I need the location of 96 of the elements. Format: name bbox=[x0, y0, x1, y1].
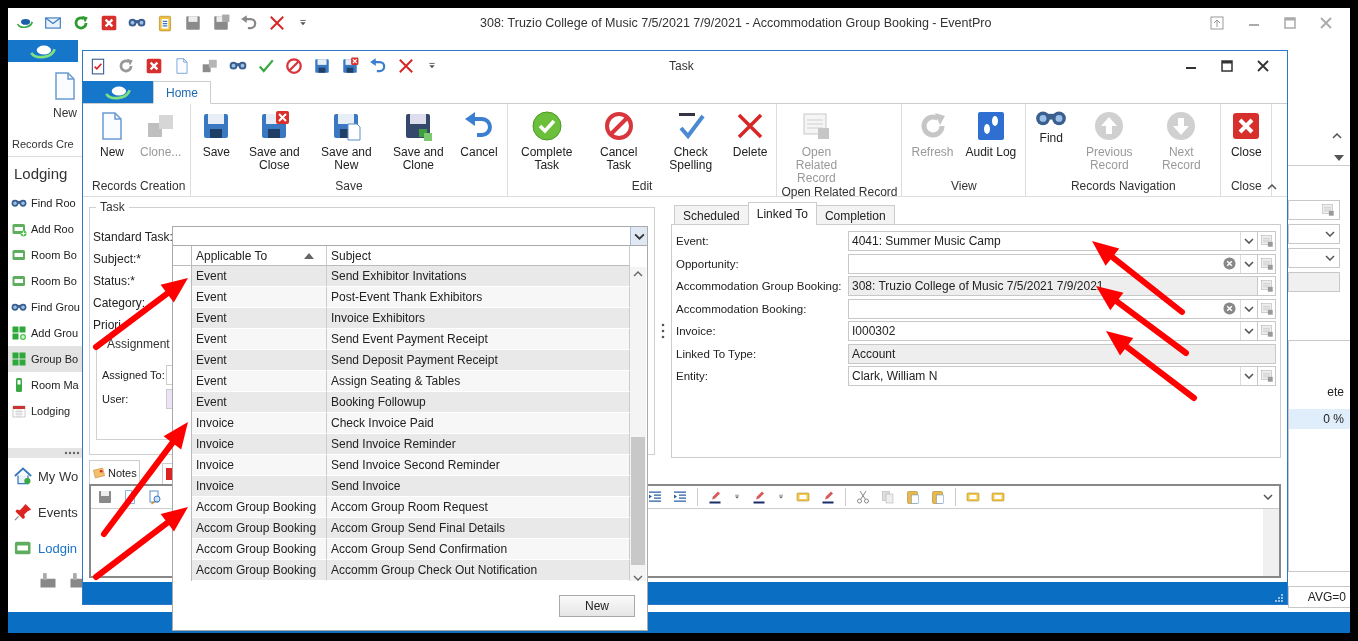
table-cell[interactable]: Invoice bbox=[192, 413, 327, 434]
ribbon-group-label: Records Creation bbox=[91, 179, 187, 195]
combo-box[interactable]: I000302 bbox=[848, 321, 1258, 342]
navigation-pane-button[interactable]: Lodgin bbox=[8, 530, 82, 566]
field-label: Accommodation Group Booking: bbox=[676, 280, 843, 293]
field-label: Subject:* bbox=[93, 251, 142, 268]
navigation-item[interactable]: Lodging bbox=[8, 398, 82, 424]
table-cell[interactable]: Event bbox=[192, 392, 327, 413]
text-field[interactable]: 308: Truzio College of Music 7/5/2021 7/9/2021 bbox=[848, 276, 1258, 297]
combo-box[interactable]: Clark, William N bbox=[848, 366, 1258, 387]
navigation-item[interactable]: Add Roo bbox=[8, 216, 82, 242]
ribbon-group-label: Records Navigation bbox=[1069, 179, 1177, 195]
ribbon-button[interactable]: Find bbox=[1030, 104, 1073, 179]
ribbon-group-label: Close bbox=[1229, 179, 1263, 195]
table-cell[interactable]: Send Exhibitor Invitations bbox=[327, 266, 630, 287]
table-cell[interactable]: Invoice bbox=[192, 455, 327, 476]
field-label: Status:* bbox=[93, 273, 136, 290]
table-cell[interactable]: Accom Group Room Request bbox=[327, 497, 630, 518]
table-cell[interactable]: Event bbox=[192, 266, 327, 287]
ribbon-button[interactable]: Close bbox=[1225, 104, 1268, 179]
field-label: Category: bbox=[93, 295, 146, 312]
table-cell[interactable]: Invoice Exhibitors bbox=[327, 308, 630, 329]
table-cell[interactable]: Check Invoice Paid bbox=[327, 413, 630, 434]
navigation-item[interactable]: Find Roo bbox=[8, 190, 82, 216]
ribbon-tab[interactable]: Home bbox=[153, 81, 211, 104]
table-cell[interactable]: Send Invoice Reminder bbox=[327, 434, 630, 455]
navigation-pane-button[interactable]: Events bbox=[8, 494, 82, 530]
table-cell[interactable]: Accomm Group Check Out Notification bbox=[327, 560, 630, 581]
table-cell[interactable]: Assign Seating & Tables bbox=[327, 371, 630, 392]
ribbon-button[interactable]: Cancel bbox=[455, 104, 503, 179]
table-cell[interactable]: Send Event Payment Receipt bbox=[327, 329, 630, 350]
ribbon-button[interactable]: Save and New bbox=[311, 104, 382, 179]
field-label: Event: bbox=[676, 235, 710, 248]
text-field[interactable]: Account bbox=[848, 343, 1276, 364]
field-label: Assigned To: bbox=[102, 369, 164, 381]
ribbon-button[interactable]: New bbox=[91, 104, 133, 179]
window-title: Task bbox=[669, 59, 694, 73]
ribbon-button[interactable]: Save bbox=[195, 104, 238, 179]
navigation-item[interactable]: Room Bo bbox=[8, 242, 82, 268]
table-cell[interactable]: Accom Group Booking bbox=[192, 539, 327, 560]
ribbon-button[interactable]: Save and Clone bbox=[383, 104, 454, 179]
field-label: Opportunity: bbox=[676, 257, 740, 270]
table-cell[interactable]: Event bbox=[192, 329, 327, 350]
table-cell[interactable]: Booking Followup bbox=[327, 392, 630, 413]
new-button[interactable]: New bbox=[559, 594, 635, 617]
ribbon-button[interactable]: Check Spelling bbox=[655, 104, 726, 179]
ribbon-button[interactable]: Complete Task bbox=[511, 104, 582, 179]
field-label: Priori bbox=[93, 317, 121, 334]
group-box-title: Task bbox=[96, 200, 129, 214]
ribbon-group-label: Edit bbox=[630, 179, 654, 195]
table-cell: 0 % bbox=[1289, 409, 1350, 429]
table-cell[interactable]: Accom Group Send Final Details bbox=[327, 518, 630, 539]
tab[interactable]: Completion bbox=[815, 205, 895, 225]
field-label: User: bbox=[102, 393, 130, 405]
tab[interactable]: Linked To bbox=[747, 202, 817, 225]
table-cell[interactable]: Event bbox=[192, 287, 327, 308]
column-header: ete bbox=[1326, 384, 1345, 399]
ribbon-button[interactable]: Cancel Task bbox=[583, 104, 654, 179]
ribbon-button[interactable]: Delete bbox=[727, 104, 773, 179]
field-label: Linked To Type: bbox=[676, 347, 758, 360]
tab[interactable]: Scheduled bbox=[674, 205, 749, 225]
table-cell[interactable]: Accom Group Send Confirmation bbox=[327, 539, 630, 560]
navigation-item[interactable]: Find Grou bbox=[8, 294, 82, 320]
navigation-pane-button[interactable]: My Wo bbox=[8, 458, 82, 494]
table-cell[interactable]: Event bbox=[192, 308, 327, 329]
window-title: 308: Truzio College of Music 7/5/2021 7/9/2021 - Accommodation Group Booking - EventPro bbox=[480, 16, 992, 30]
table-cell[interactable]: Event bbox=[192, 371, 327, 392]
field-label: Accommodation Booking: bbox=[676, 302, 808, 315]
field-label: Invoice: bbox=[676, 325, 717, 338]
table-cell[interactable]: Event bbox=[192, 350, 327, 371]
table-cell[interactable]: Send Deposit Payment Receipt bbox=[327, 350, 630, 371]
field-label: Entity: bbox=[676, 370, 709, 383]
ribbon-group-label: Records Cre bbox=[11, 138, 74, 150]
table-cell[interactable]: Invoice bbox=[192, 434, 327, 455]
table-cell[interactable]: Accom Group Booking bbox=[192, 497, 327, 518]
table-cell[interactable]: Send Invoice bbox=[327, 476, 630, 497]
ribbon-button[interactable]: Save and Close bbox=[239, 104, 310, 179]
navigation-item[interactable]: Room Ma bbox=[8, 372, 82, 398]
tab[interactable]: Notes bbox=[89, 460, 140, 484]
navigation-item[interactable]: Group Bo bbox=[8, 346, 82, 372]
table-cell[interactable]: Post-Event Thank Exhibitors bbox=[327, 287, 630, 308]
table-cell[interactable]: Invoice bbox=[192, 476, 327, 497]
ribbon-group-label: View bbox=[949, 179, 978, 195]
ribbon-group-label: Open Related Record bbox=[781, 185, 898, 201]
new-button[interactable]: New bbox=[49, 70, 81, 120]
group-box-title: Assignment bbox=[103, 337, 174, 351]
table-cell[interactable]: Accom Group Booking bbox=[192, 560, 327, 581]
table-cell[interactable]: Send Invoice Second Reminder bbox=[327, 455, 630, 476]
navigation-item[interactable]: Add Grou bbox=[8, 320, 82, 346]
combo-box[interactable]: 4041: Summer Music Camp bbox=[848, 231, 1258, 252]
navigation-heading: Lodging bbox=[13, 164, 69, 184]
ribbon-button[interactable]: Audit Log bbox=[960, 104, 1022, 179]
ribbon-group-label: Save bbox=[334, 179, 364, 195]
field-label: Standard Task: bbox=[93, 229, 173, 246]
navigation-item[interactable]: Room Bo bbox=[8, 268, 82, 294]
table-cell[interactable]: Accom Group Booking bbox=[192, 518, 327, 539]
